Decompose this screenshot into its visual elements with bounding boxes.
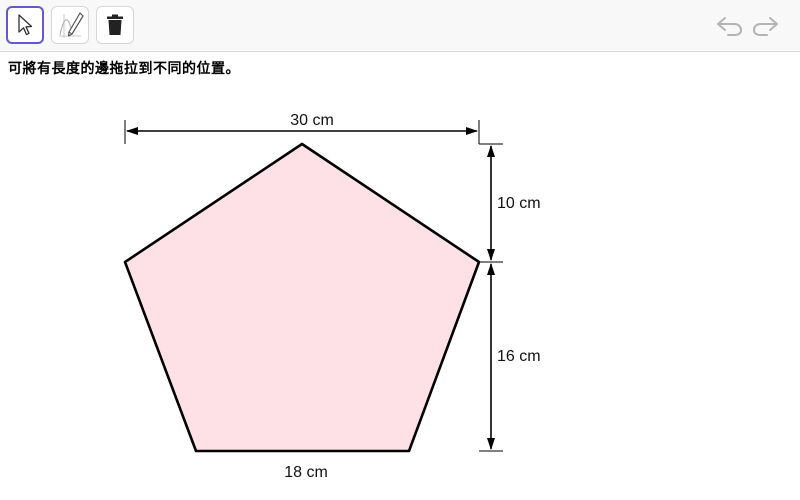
pentagon-shape[interactable]	[123, 142, 481, 453]
arrow-cursor-icon	[18, 14, 33, 36]
top-width-label: 30 cm	[290, 112, 334, 129]
bottom-side-label: 18 cm	[284, 464, 328, 481]
delete-tool-button[interactable]	[96, 6, 134, 44]
upper-height-label: 10 cm	[497, 195, 541, 212]
geogebra-applet: 可將有長度的邊拖拉到不同的位置。 30 cm 10 cm 16 cm 18 cm	[0, 0, 800, 500]
undo-icon	[717, 17, 743, 36]
move-tool-button[interactable]	[6, 6, 44, 44]
trash-icon	[107, 14, 123, 35]
pen-tool-button[interactable]	[51, 6, 89, 44]
geometry-canvas[interactable]: 30 cm 10 cm 16 cm 18 cm	[0, 52, 800, 500]
lower-height-label: 16 cm	[497, 348, 541, 365]
pen-graph-icon	[59, 12, 84, 38]
undo-button[interactable]	[714, 13, 744, 39]
redo-button[interactable]	[751, 13, 781, 39]
redo-icon	[752, 17, 778, 36]
toolbar	[0, 0, 800, 52]
